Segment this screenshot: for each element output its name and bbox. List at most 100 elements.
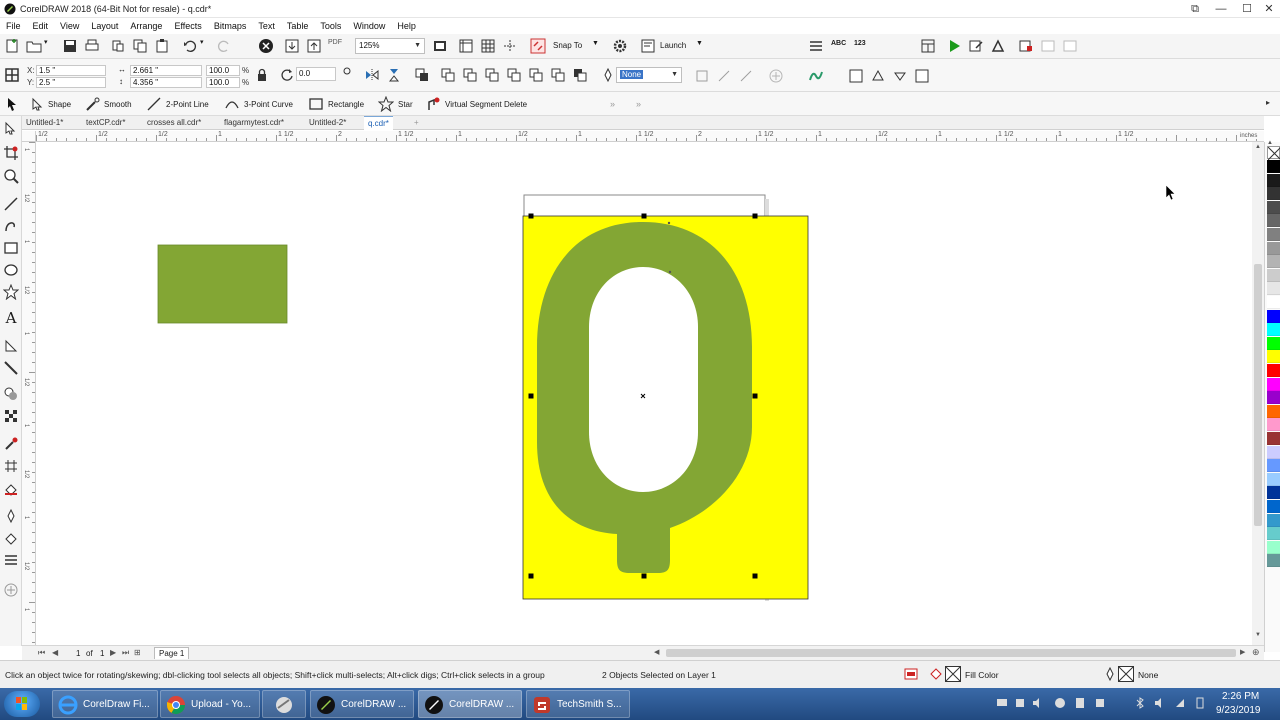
ellipse-icon[interactable] — [3, 262, 19, 278]
first-page-icon[interactable]: ⏮ — [38, 648, 45, 658]
scale-x-field[interactable]: 100.0 — [206, 65, 240, 76]
vertical-ruler[interactable]: 1 1/2 1 1/2 1 1/2 1 1/2 1 1/2 1 — [22, 142, 36, 645]
zoom-navigator-icon[interactable]: ⊕ — [1252, 647, 1260, 658]
palette-swatch[interactable] — [1267, 173, 1280, 187]
hscroll-left-icon[interactable]: ◀ — [654, 648, 659, 656]
menu-window[interactable]: Window — [347, 18, 391, 34]
new-document-icon[interactable] — [4, 38, 20, 54]
options-gear-icon[interactable] — [612, 38, 628, 54]
palette-swatch[interactable] — [1267, 391, 1280, 405]
menu-effects[interactable]: Effects — [168, 18, 207, 34]
macro-manager-icon[interactable] — [990, 38, 1006, 54]
palette-swatch[interactable] — [1267, 228, 1280, 241]
green-rectangle[interactable] — [157, 244, 288, 324]
palette-swatch[interactable] — [1267, 540, 1280, 554]
snap-to-chevron-icon[interactable]: ▼ — [592, 40, 599, 47]
menu-arrange[interactable]: Arrange — [124, 18, 168, 34]
shadow-icon[interactable] — [892, 68, 908, 84]
object-height-field[interactable]: 4.356 " — [130, 77, 202, 88]
import-icon[interactable] — [284, 38, 300, 54]
scroll-up-icon[interactable]: ▲ — [1255, 144, 1261, 150]
copy-icon[interactable] — [132, 38, 148, 54]
zoom-tool-icon[interactable] — [3, 168, 19, 184]
taskbar-item-techsmith[interactable]: TechSmith S... — [526, 690, 630, 718]
palette-swatch[interactable] — [1267, 241, 1280, 255]
spell-check-icon[interactable]: ABC — [831, 40, 846, 47]
palette-swatch[interactable] — [1267, 364, 1280, 377]
stop-recording-icon[interactable] — [1018, 38, 1034, 54]
network-tray-icon[interactable] — [996, 697, 1008, 709]
palette-swatch[interactable] — [1267, 160, 1280, 173]
convert-to-curves-icon[interactable] — [848, 68, 864, 84]
table-icon[interactable] — [920, 38, 936, 54]
palette-swatch[interactable] — [1267, 554, 1280, 568]
palette-swatch[interactable] — [1267, 418, 1280, 432]
palette-swatch[interactable] — [1267, 445, 1280, 459]
node-point[interactable] — [667, 221, 671, 225]
interactive-fill-icon[interactable] — [3, 458, 19, 474]
display-tray-icon[interactable] — [1014, 697, 1026, 709]
previous-page-icon[interactable]: ◀ — [52, 648, 58, 657]
lock-ratio-icon[interactable] — [254, 67, 270, 83]
envelope-icon[interactable] — [808, 68, 824, 84]
menu-view[interactable]: View — [54, 18, 85, 34]
contour-icon[interactable] — [870, 68, 886, 84]
menu-file[interactable]: File — [0, 18, 27, 34]
tab-crosses-all[interactable]: crosses all.cdr* — [143, 116, 205, 130]
smart-fill-icon[interactable] — [3, 480, 19, 496]
panel-arrow-icon[interactable]: ▸ — [1266, 98, 1270, 107]
palette-swatch[interactable] — [1267, 200, 1280, 214]
snap-to-icon[interactable] — [530, 38, 546, 54]
palette-swatch[interactable] — [1267, 268, 1280, 282]
open-folder-icon[interactable] — [26, 38, 42, 54]
add-tool-icon[interactable] — [3, 582, 19, 598]
taskbar-item-coreldraw-1[interactable]: CorelDRAW ... — [310, 690, 414, 718]
skype-tray-icon[interactable] — [1054, 697, 1066, 709]
palette-swatch[interactable] — [1267, 500, 1280, 513]
ruler-corner[interactable] — [22, 131, 36, 142]
palette-swatch[interactable] — [1267, 404, 1280, 418]
taskbar-item-app[interactable] — [262, 690, 306, 718]
minimize-button[interactable]: — — [1210, 1, 1232, 17]
save-icon[interactable] — [62, 38, 78, 54]
numbers-icon[interactable]: 123 — [854, 40, 866, 47]
bluetooth-tray-icon[interactable] — [1134, 697, 1146, 709]
start-button[interactable] — [4, 691, 40, 717]
taskbar-item-chrome[interactable]: Upload - Yo... — [160, 690, 260, 718]
maximize-button[interactable]: ☐ — [1236, 1, 1258, 17]
transparency-icon[interactable] — [914, 68, 930, 84]
tab-q-cdr[interactable]: q.cdr* — [364, 116, 393, 130]
palette-swatch[interactable] — [1267, 282, 1280, 296]
ungroup-all-icon[interactable] — [484, 67, 500, 83]
new-tab-plus-icon[interactable]: + — [410, 116, 423, 130]
no-color-swatch[interactable] — [1267, 146, 1280, 161]
paste-icon[interactable] — [154, 38, 170, 54]
palette-swatch[interactable] — [1267, 513, 1280, 527]
close-button[interactable]: ✕ — [1258, 1, 1280, 17]
run-macro-icon[interactable] — [946, 38, 962, 54]
wifi-tray-icon[interactable] — [1174, 697, 1186, 709]
dimension-tool-icon[interactable] — [3, 338, 19, 354]
redo-icon[interactable] — [216, 38, 232, 54]
publish-pdf-label[interactable]: PDF — [328, 39, 342, 46]
menu-tools[interactable]: Tools — [314, 18, 347, 34]
outline-tool-icon[interactable] — [3, 508, 19, 524]
weld-icon[interactable] — [550, 67, 566, 83]
align-icon[interactable] — [694, 68, 710, 84]
palette-swatch[interactable] — [1267, 377, 1280, 391]
fill-color-swatch[interactable] — [945, 666, 961, 682]
launch-chevron-icon[interactable]: ▼ — [696, 40, 703, 47]
y-position-field[interactable]: 2.5 " — [36, 77, 106, 88]
palette-swatch[interactable] — [1267, 309, 1280, 323]
next-page-icon[interactable]: ▶ — [110, 648, 116, 657]
last-page-icon[interactable]: ⏭ — [122, 648, 129, 658]
full-screen-preview-icon[interactable] — [432, 38, 448, 54]
palette-swatch[interactable] — [1267, 336, 1280, 350]
palette-swatch[interactable] — [1267, 459, 1280, 473]
polygon-icon[interactable] — [3, 284, 19, 300]
tab-untitled-2[interactable]: Untitled-2* — [305, 116, 350, 130]
tab-flagarmytest[interactable]: flagarmytest.cdr* — [220, 116, 288, 130]
crop-tool-icon[interactable] — [3, 145, 19, 161]
rectangle-icon[interactable] — [3, 240, 19, 256]
open-dropdown-icon[interactable]: ▾ — [44, 38, 60, 54]
